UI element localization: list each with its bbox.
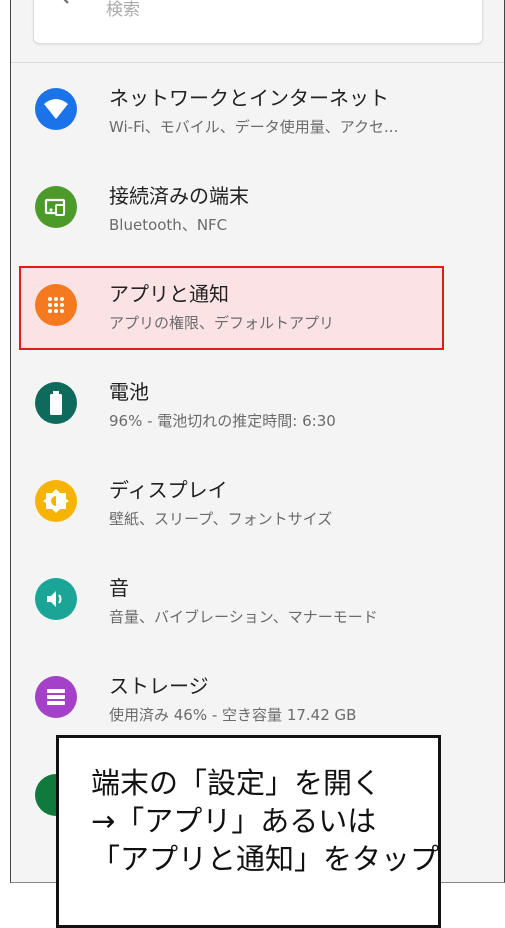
callout-line: →「アプリ」あるいは bbox=[91, 804, 377, 838]
settings-item-subtitle: 音量、バイブレーション、マナーモード bbox=[109, 608, 378, 626]
search-placeholder: 検索 bbox=[106, 0, 140, 20]
battery-icon bbox=[35, 382, 77, 424]
search-input[interactable]: 検索 bbox=[33, 0, 483, 44]
settings-item-title: 接続済みの端末 bbox=[109, 184, 249, 208]
settings-item-title: アプリと通知 bbox=[109, 282, 229, 306]
settings-item-display[interactable]: ディスプレイ 壁紙、スリープ、フォントサイズ bbox=[11, 454, 504, 552]
callout-line: 端末の「設定」を開く bbox=[91, 766, 382, 800]
callout-line: 「アプリと通知」をタップ bbox=[91, 842, 440, 876]
settings-item-subtitle: 96% - 電池切れの推定時間: 6:30 bbox=[109, 412, 336, 430]
settings-item-title: ネットワークとインターネット bbox=[109, 86, 389, 110]
wifi-icon bbox=[35, 88, 77, 130]
settings-item-subtitle: アプリの権限、デフォルトアプリ bbox=[109, 314, 335, 332]
search-icon bbox=[63, 0, 69, 4]
settings-item-subtitle: 壁紙、スリープ、フォントサイズ bbox=[109, 510, 333, 528]
settings-item-title: 音 bbox=[109, 576, 129, 600]
storage-icon bbox=[35, 676, 77, 718]
apps-icon bbox=[35, 284, 77, 326]
settings-item-title: 電池 bbox=[109, 380, 149, 404]
search-area: 検索 bbox=[11, 0, 504, 62]
instruction-callout: 端末の「設定」を開く →「アプリ」あるいは 「アプリと通知」をタップ bbox=[56, 735, 441, 928]
settings-item-subtitle: 使用済み 46% - 空き容量 17.42 GB bbox=[109, 706, 357, 724]
settings-item-title: ディスプレイ bbox=[109, 478, 228, 502]
settings-item-battery[interactable]: 電池 96% - 電池切れの推定時間: 6:30 bbox=[11, 356, 504, 454]
connected-devices-icon bbox=[35, 186, 77, 228]
settings-item-connected-devices[interactable]: 接続済みの端末 Bluetooth、NFC bbox=[11, 160, 504, 258]
settings-item-subtitle: Bluetooth、NFC bbox=[109, 216, 228, 234]
settings-item-storage[interactable]: ストレージ 使用済み 46% - 空き容量 17.42 GB bbox=[11, 650, 504, 748]
settings-item-sound[interactable]: 音 音量、バイブレーション、マナーモード bbox=[11, 552, 504, 650]
settings-item-subtitle: Wi-Fi、モバイル、データ使用量、アクセ... bbox=[109, 118, 399, 136]
settings-item-apps-notifications[interactable]: アプリと通知 アプリの権限、デフォルトアプリ bbox=[11, 258, 504, 356]
settings-item-title: ストレージ bbox=[109, 674, 209, 698]
settings-item-network[interactable]: ネットワークとインターネット Wi-Fi、モバイル、データ使用量、アクセ... bbox=[11, 62, 504, 160]
display-brightness-icon bbox=[35, 480, 77, 522]
sound-icon bbox=[35, 578, 77, 620]
